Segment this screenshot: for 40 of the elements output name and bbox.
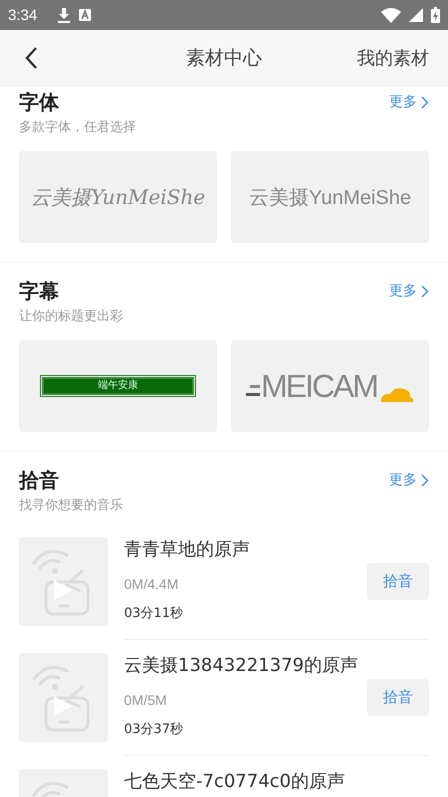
pick-button[interactable]: 拾音 [367,563,429,600]
signal-icon [409,8,423,22]
cloud-icon [380,385,414,403]
dash-icon [246,385,260,397]
audio-title: 七色天空-7c0774c0的原声 [124,770,346,794]
more-link[interactable]: 更多 [389,282,429,300]
keyboard-icon [79,9,92,21]
chevron-icon [421,96,429,108]
font-preview: 云美摄YunMeiShe [248,186,412,210]
section-title: 字体 [19,88,59,116]
section-title: 拾音 [19,466,59,494]
section-subtitle: 找寻你想要的音乐 [19,497,124,515]
pick-button[interactable]: 拾音 [367,679,429,716]
status-time: 3:34 [8,6,38,24]
preview-card[interactable]: 云美摄YunMeiShe [231,151,429,243]
preview-card[interactable]: MEICAM [231,340,429,432]
audio-title: 云美摄13843221379的原声 [124,654,359,678]
audio-title: 青青草地的原声 [124,538,251,562]
battery-icon [431,7,440,23]
section-title: 字幕 [19,278,59,304]
wifi-icon [381,8,401,22]
audio-duration: 03分11秒 [124,605,184,623]
back-icon[interactable] [24,46,38,70]
chevron-icon [421,284,429,298]
more-link[interactable]: 更多 [389,93,429,111]
download-icon [57,7,72,23]
page-title: 素材中心 [185,46,263,70]
my-materials-link[interactable]: 我的素材 [357,46,429,70]
font-preview: 云美摄YunMeiShe [30,184,206,210]
caption-logo: MEICAM [261,369,377,403]
chevron-icon [421,474,429,486]
more-link[interactable]: 更多 [389,471,429,489]
preview-card[interactable]: 云美摄YunMeiShe [19,151,217,243]
preview-card[interactable]: 端午安康 [19,340,217,432]
audio-duration: 03分37秒 [124,721,184,739]
section-subtitle: 多款字体，任君选择 [19,119,137,137]
audio-size: 0M/5M [124,691,168,710]
audio-size: 0M/4.4M [124,575,180,594]
caption-banner: 端午安康 [42,377,194,395]
section-subtitle: 让你的标题更出彩 [19,308,124,326]
